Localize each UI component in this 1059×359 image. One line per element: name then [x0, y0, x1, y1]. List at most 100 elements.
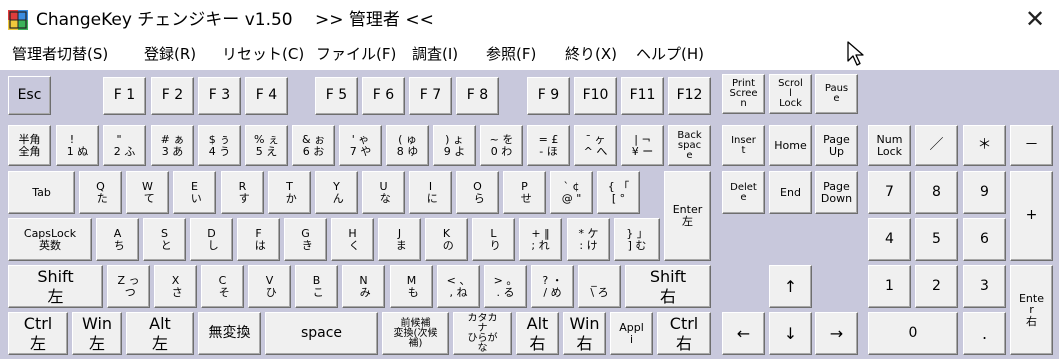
- key-num-3[interactable]: 3: [963, 265, 1006, 308]
- key-num-7[interactable]: 7: [868, 171, 911, 214]
- key-j[interactable]: J ま: [378, 218, 421, 261]
- menu-reset[interactable]: リセット(C): [222, 43, 304, 65]
- key-z[interactable]: Z っ つ: [107, 265, 150, 308]
- key-e[interactable]: E い: [173, 171, 216, 214]
- key-bracket-open[interactable]: { 「 [ °: [597, 171, 640, 214]
- key-d[interactable]: D し: [190, 218, 233, 261]
- key-print-screen[interactable]: Print Scree n: [722, 74, 765, 114]
- key-w[interactable]: W て: [126, 171, 169, 214]
- key-r[interactable]: R す: [221, 171, 264, 214]
- key-ctrl-right[interactable]: Ctrl 右: [657, 312, 711, 355]
- key-q[interactable]: Q た: [79, 171, 122, 214]
- key-f4[interactable]: F 4: [245, 77, 288, 115]
- key-f12[interactable]: F12: [668, 77, 711, 115]
- key-period[interactable]: > 。 . る: [484, 265, 527, 308]
- key-page-down[interactable]: Page Down: [815, 171, 858, 214]
- key-5[interactable]: % ぇ 5 え: [245, 125, 288, 166]
- key-f7[interactable]: F 7: [409, 77, 452, 115]
- key-p[interactable]: P せ: [503, 171, 546, 214]
- key-num-slash[interactable]: ／: [915, 125, 958, 166]
- key-num-9[interactable]: 9: [963, 171, 1006, 214]
- key-0[interactable]: ~ を 0 わ: [480, 125, 523, 166]
- key-arrow-left[interactable]: ←: [722, 312, 765, 355]
- key-num-2[interactable]: 2: [915, 265, 958, 308]
- key-f1[interactable]: F 1: [103, 77, 146, 115]
- key-n[interactable]: N み: [342, 265, 385, 308]
- menu-help[interactable]: ヘルプ(H): [636, 43, 704, 65]
- key-3[interactable]: # ぁ 3 あ: [151, 125, 194, 166]
- key-comma[interactable]: < 、 , ね: [437, 265, 480, 308]
- menu-register[interactable]: 登録(R): [144, 43, 196, 65]
- key-f9[interactable]: F 9: [527, 77, 570, 115]
- key-alt-right[interactable]: Alt 右: [516, 312, 559, 355]
- key-colon[interactable]: * ケ : け: [567, 218, 610, 261]
- key-apps[interactable]: Appl i: [610, 312, 653, 355]
- key-esc[interactable]: Esc: [8, 76, 51, 115]
- key-num-4[interactable]: 4: [868, 218, 911, 261]
- key-x[interactable]: X さ: [154, 265, 197, 308]
- key-l[interactable]: L り: [472, 218, 515, 261]
- key-o[interactable]: O ら: [456, 171, 499, 214]
- key-backspace[interactable]: Back spac e: [668, 125, 711, 166]
- menu-switch-admin[interactable]: 管理者切替(S): [12, 43, 108, 65]
- key-slash[interactable]: ? ・ / め: [531, 265, 574, 308]
- key-f6[interactable]: F 6: [362, 77, 405, 115]
- key-f11[interactable]: F11: [621, 77, 664, 115]
- key-home[interactable]: Home: [769, 125, 812, 166]
- key-muhenkan[interactable]: 無変換: [198, 312, 261, 355]
- key-8[interactable]: ( ゅ 8 ゆ: [386, 125, 429, 166]
- key-m[interactable]: M も: [390, 265, 433, 308]
- key-a[interactable]: A ち: [96, 218, 139, 261]
- key-space[interactable]: space: [265, 312, 378, 355]
- key-henkan[interactable]: 前候補 変換(次候 補): [382, 312, 449, 355]
- key-2[interactable]: " 2 ふ: [103, 125, 146, 166]
- key-caret[interactable]: ¯ ヶ ^ へ: [574, 125, 617, 166]
- key-num-plus[interactable]: +: [1010, 171, 1053, 261]
- key-yen[interactable]: | ¬ ¥ ー: [621, 125, 664, 166]
- close-icon[interactable]: ✕: [1012, 0, 1058, 40]
- key-s[interactable]: S と: [143, 218, 186, 261]
- key-y[interactable]: Y ん: [315, 171, 358, 214]
- key-katakana-hiragana[interactable]: カタカ ナ ひらが な: [453, 312, 512, 355]
- key-arrow-down[interactable]: ↓: [769, 312, 812, 355]
- key-alt-left[interactable]: Alt 左: [126, 312, 194, 355]
- key-minus[interactable]: = £ - ほ: [527, 125, 570, 166]
- key-scroll-lock[interactable]: Scrol l Lock: [769, 74, 812, 114]
- key-f3[interactable]: F 3: [198, 77, 241, 115]
- key-shift-right[interactable]: Shift 右: [625, 265, 711, 308]
- key-6[interactable]: & ぉ 6 お: [292, 125, 335, 166]
- key-enter[interactable]: Enter 左: [664, 171, 711, 261]
- key-num-lock[interactable]: Num Lock: [868, 125, 911, 166]
- key-f10[interactable]: F10: [574, 77, 617, 115]
- key-end[interactable]: End: [769, 171, 812, 214]
- key-win-left[interactable]: Win 左: [72, 312, 122, 355]
- key-h[interactable]: H く: [331, 218, 374, 261]
- key-f8[interactable]: F 8: [456, 77, 499, 115]
- key-num-star[interactable]: ＊: [963, 125, 1006, 166]
- key-num-enter[interactable]: Ente r 右: [1010, 265, 1053, 355]
- key-delete[interactable]: Delet e: [722, 171, 765, 214]
- key-shift-left[interactable]: Shift 左: [8, 265, 103, 308]
- key-hankaku-zenkaku[interactable]: 半角 全角: [8, 125, 51, 166]
- key-num-8[interactable]: 8: [915, 171, 958, 214]
- key-backslash[interactable]: _ \ ろ: [578, 265, 621, 308]
- key-u[interactable]: U な: [362, 171, 405, 214]
- key-insert[interactable]: Inser t: [722, 125, 765, 166]
- menu-reference[interactable]: 参照(F): [486, 43, 536, 65]
- key-num-minus[interactable]: －: [1010, 125, 1053, 166]
- menu-exit[interactable]: 終り(X): [565, 43, 617, 65]
- key-tab[interactable]: Tab: [8, 171, 75, 214]
- key-c[interactable]: C そ: [201, 265, 244, 308]
- key-g[interactable]: G き: [284, 218, 327, 261]
- key-4[interactable]: $ ぅ 4 う: [198, 125, 241, 166]
- key-f[interactable]: F は: [237, 218, 280, 261]
- key-f5[interactable]: F 5: [315, 77, 358, 115]
- key-win-right[interactable]: Win 右: [563, 312, 606, 355]
- key-num-5[interactable]: 5: [915, 218, 958, 261]
- key-num-1[interactable]: 1: [868, 265, 911, 308]
- key-ctrl-left[interactable]: Ctrl 左: [8, 312, 68, 355]
- key-v[interactable]: V ひ: [248, 265, 291, 308]
- key-pause[interactable]: Paus e: [815, 74, 858, 114]
- key-f2[interactable]: F 2: [151, 77, 194, 115]
- key-t[interactable]: T か: [268, 171, 311, 214]
